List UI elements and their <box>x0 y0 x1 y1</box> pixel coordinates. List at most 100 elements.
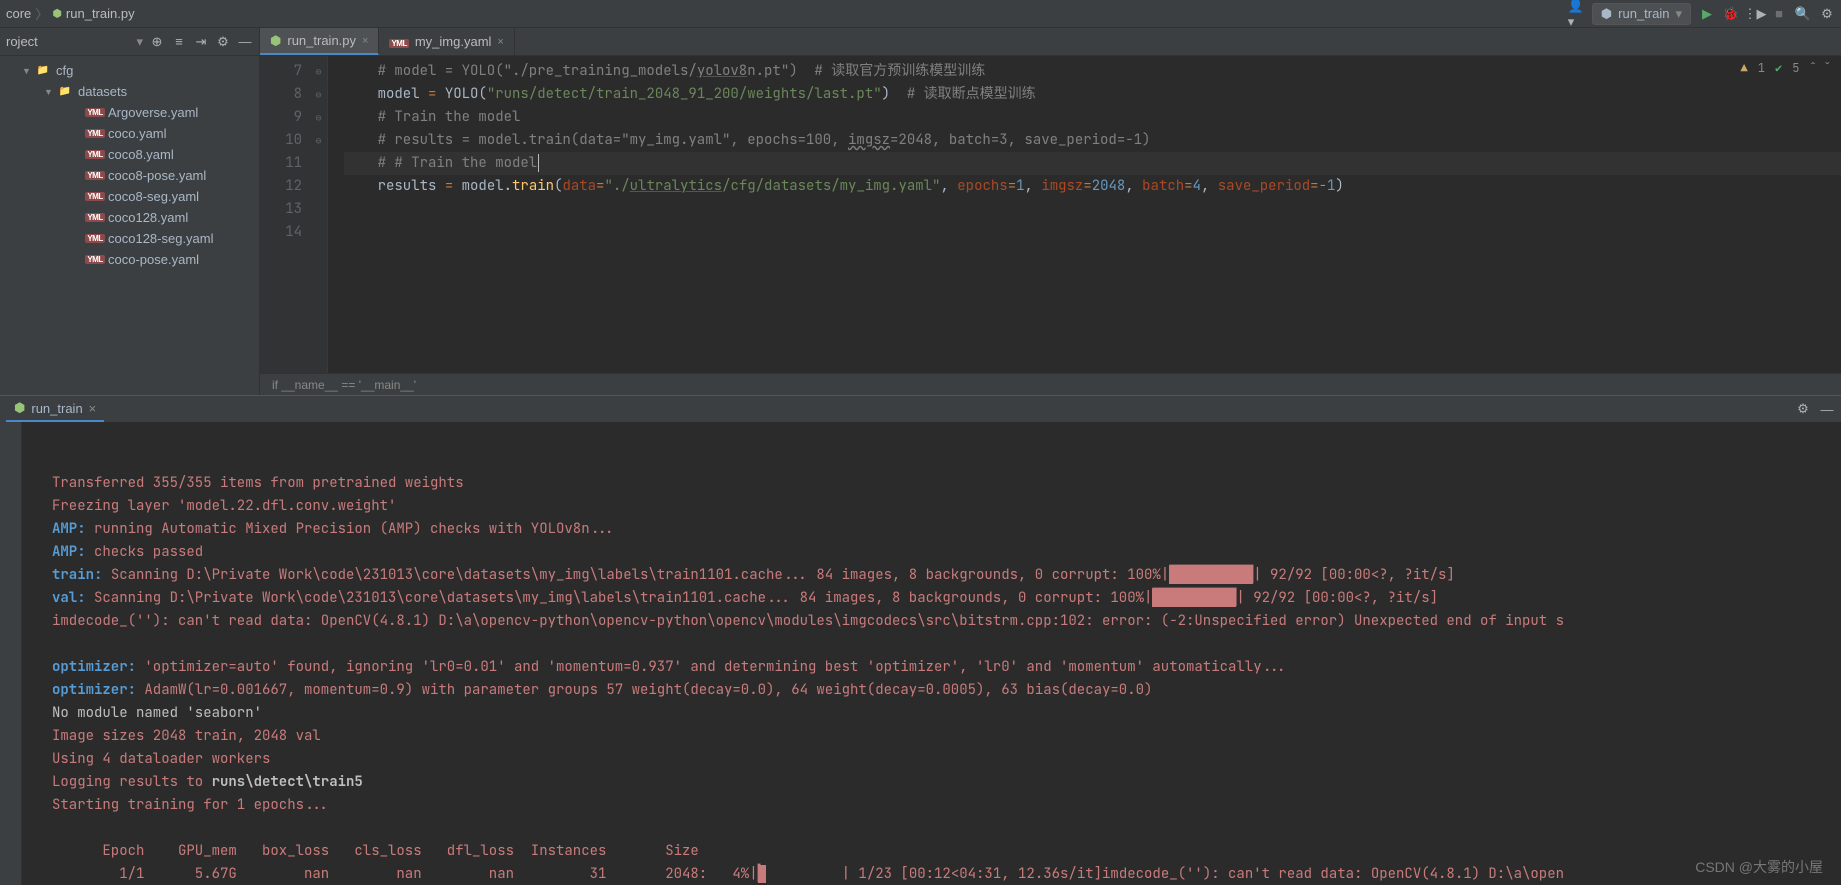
terminal-line: AMP: checks passed <box>52 541 1833 564</box>
yaml-icon: YML <box>86 128 104 140</box>
tree-file[interactable]: YML coco8-seg.yaml <box>0 186 259 207</box>
run-tool-window: ⬢ run_train × ⚙ — Transferred 355/355 it… <box>0 395 1841 885</box>
editor-breadcrumb[interactable]: if __name__ == '__main__' <box>260 373 1841 395</box>
project-tree[interactable]: ▼📁cfg▼📁datasetsYMLArgoverse.yamlYMLcoco.… <box>0 56 259 274</box>
tree-folder[interactable]: ▼📁cfg <box>0 60 259 81</box>
yaml-icon: YML <box>86 212 104 224</box>
editor-tab[interactable]: YML my_img.yaml × <box>379 28 514 55</box>
close-icon[interactable]: × <box>362 35 368 47</box>
tree-file[interactable]: YMLcoco-pose.yaml <box>0 249 259 270</box>
python-icon: ⬢ <box>1601 6 1612 22</box>
run-tab-label: run_train <box>31 401 82 416</box>
tree-file[interactable]: YML coco.yaml <box>0 123 259 144</box>
editor-tab[interactable]: ⬢ run_train.py × <box>260 28 379 55</box>
gear-icon[interactable]: ⚙ <box>1795 401 1811 417</box>
gear-icon[interactable]: ⚙ <box>215 34 231 50</box>
tree-file[interactable]: YML Argoverse.yaml <box>0 102 259 123</box>
tree-item-label: coco128.yaml <box>108 210 188 225</box>
editor-breadcrumb-text: if __name__ == '__main__' <box>272 378 416 392</box>
tree-item-label: coco8-seg.yaml <box>108 189 199 204</box>
collapse-icon[interactable]: ⇥ <box>193 34 209 50</box>
inspection-widget[interactable]: ▲ 1 ✔ 5 ˆ ˇ <box>1741 60 1831 76</box>
warning-icon: ▲ <box>1741 60 1748 76</box>
sidebar-title: roject <box>6 34 130 49</box>
tree-item-label: coco-pose.yaml <box>108 252 199 267</box>
locate-icon[interactable]: ⊕ <box>149 34 165 50</box>
terminal-line: val: Scanning D:\Private Work\code\23101… <box>52 587 1833 610</box>
toolbar-right: 👤▾ ⬢ run_train ▾ ▶ 🐞 ⋮▶ ■ 🔍 ⚙ <box>1568 3 1835 25</box>
terminal-line: optimizer: AdamW(lr=0.001667, momentum=0… <box>52 679 1833 702</box>
terminal-line: imdecode_(''): can't read data: OpenCV(4… <box>52 610 1833 633</box>
tree-file[interactable]: YMLcoco8-pose.yaml <box>0 165 259 186</box>
editor-area: ⬢ run_train.py × YML my_img.yaml × 7891011121… <box>260 28 1841 395</box>
terminal-line: optimizer: 'optimizer=auto' found, ignor… <box>52 656 1833 679</box>
yaml-icon: YML <box>86 149 104 161</box>
run-config-label: run_train <box>1618 6 1669 21</box>
yaml-icon: YML <box>86 107 104 119</box>
tree-file[interactable]: YML coco8.yaml <box>0 144 259 165</box>
expand-icon[interactable]: ≡ <box>171 34 187 50</box>
close-icon[interactable]: × <box>497 36 503 48</box>
tree-file[interactable]: YML coco128.yaml <box>0 207 259 228</box>
chevron-icon: ˆ ˇ <box>1809 60 1831 76</box>
ok-icon: ✔ <box>1775 60 1782 76</box>
tab-label: run_train.py <box>287 33 356 48</box>
breadcrumb-root[interactable]: core <box>6 6 31 21</box>
sidebar-header: roject ▾ ⊕ ≡ ⇥ ⚙ — <box>0 28 259 56</box>
watermark: CSDN @大雾的小屋 <box>1695 856 1823 879</box>
tree-item-label: coco8.yaml <box>108 147 174 162</box>
yaml-icon: YML <box>86 191 104 203</box>
terminal-line: Transferred 355/355 items from pretraine… <box>52 472 1833 495</box>
run-tab[interactable]: ⬢ run_train × <box>6 396 104 422</box>
hide-icon[interactable]: — <box>1819 401 1835 417</box>
python-file-icon: ⬢ <box>52 7 62 20</box>
terminal-line: train: Scanning D:\Private Work\code\231… <box>52 564 1833 587</box>
run-button[interactable]: ▶ <box>1699 6 1715 22</box>
run-gutter[interactable] <box>0 422 22 885</box>
stop-button[interactable]: ■ <box>1771 6 1787 22</box>
project-sidebar: roject ▾ ⊕ ≡ ⇥ ⚙ — ▼📁cfg▼📁datasetsYMLArg… <box>0 28 260 395</box>
user-icon[interactable]: 👤▾ <box>1568 6 1584 22</box>
tree-item-label: Argoverse.yaml <box>108 105 198 120</box>
folder-icon: 📁 <box>34 65 52 77</box>
code-editor[interactable]: 7891011121314 ⊖ ⊖ ⊖⊖ # model = YOLO("./p… <box>260 56 1841 373</box>
tab-label: my_img.yaml <box>415 34 492 49</box>
terminal-line: AMP: running Automatic Mixed Precision (… <box>52 518 1833 541</box>
tree-item-label: cfg <box>56 63 73 78</box>
pass-count: 5 <box>1792 60 1799 76</box>
fold-gutter[interactable]: ⊖ ⊖ ⊖⊖ <box>310 56 328 373</box>
debug-button[interactable]: 🐞 <box>1723 6 1739 22</box>
terminal-line: 1/1 5.67G nan nan nan 31 2048: 4%|▍ | 1/… <box>52 863 1833 885</box>
terminal-line: Using 4 dataloader workers <box>52 748 1833 771</box>
dropdown-icon: ▾ <box>1675 6 1682 22</box>
run-output[interactable]: Transferred 355/355 items from pretraine… <box>22 422 1841 885</box>
terminal-line: Freezing layer 'model.22.dfl.conv.weight… <box>52 495 1833 518</box>
breadcrumb-file[interactable]: run_train.py <box>66 6 135 21</box>
yaml-icon: YML <box>86 233 104 245</box>
terminal-line: Epoch GPU_mem box_loss cls_loss dfl_loss… <box>52 840 1833 863</box>
warning-count: 1 <box>1758 60 1765 76</box>
search-icon[interactable]: 🔍 <box>1795 6 1811 22</box>
tree-item-label: datasets <box>78 84 127 99</box>
tree-item-label: coco.yaml <box>108 126 167 141</box>
tree-folder[interactable]: ▼📁datasets <box>0 81 259 102</box>
settings-icon[interactable]: ⚙ <box>1819 6 1835 22</box>
more-run-icon[interactable]: ⋮▶ <box>1747 6 1763 22</box>
terminal-line: Starting training for 1 epochs... <box>52 794 1833 817</box>
hide-icon[interactable]: — <box>237 34 253 50</box>
close-icon[interactable]: × <box>89 401 97 416</box>
run-tabbar: ⬢ run_train × ⚙ — <box>0 396 1841 422</box>
editor-tabbar: ⬢ run_train.py × YML my_img.yaml × <box>260 28 1841 56</box>
yaml-file-icon: YML <box>389 34 408 49</box>
tree-item-label: coco128-seg.yaml <box>108 231 214 246</box>
run-config-selector[interactable]: ⬢ run_train ▾ <box>1592 3 1691 25</box>
top-toolbar: core 〉 ⬢ run_train.py 👤▾ ⬢ run_train ▾ ▶… <box>0 0 1841 28</box>
code-content[interactable]: # model = YOLO("./pre_training_models/yo… <box>328 56 1841 373</box>
dropdown-icon[interactable]: ▾ <box>136 34 143 50</box>
tree-file[interactable]: YML coco128-seg.yaml <box>0 228 259 249</box>
terminal-line: Image sizes 2048 train, 2048 val <box>52 725 1833 748</box>
terminal-line: Logging results to runs\detect\train5 <box>52 771 1833 794</box>
python-icon: ⬢ <box>14 400 25 416</box>
breadcrumb: core 〉 ⬢ run_train.py <box>6 4 1564 23</box>
python-file-icon: ⬢ <box>270 33 281 49</box>
